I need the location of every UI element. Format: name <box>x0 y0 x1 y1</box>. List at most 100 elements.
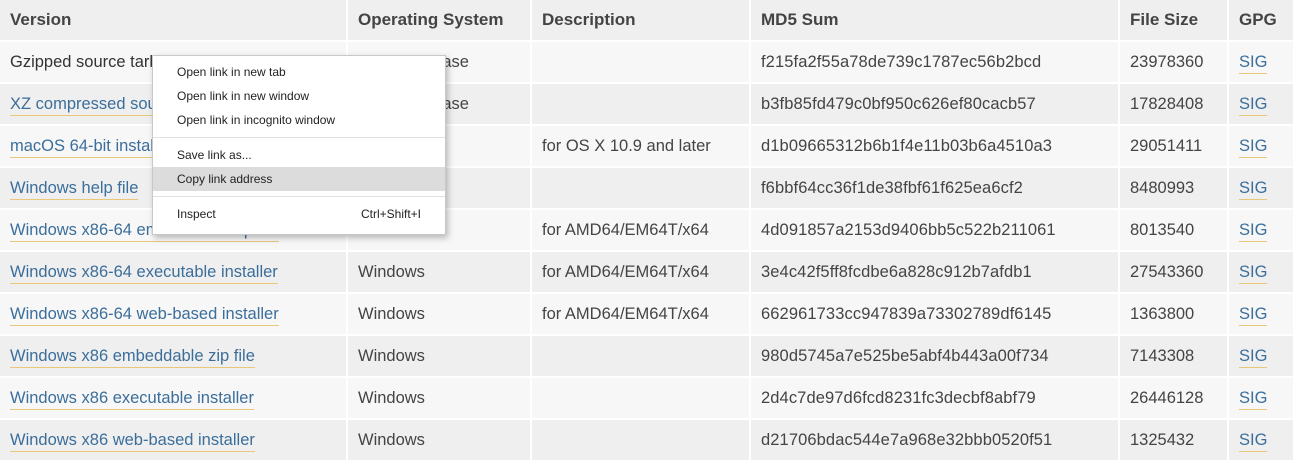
md5-sum-text: 2d4c7de97d6fcd8231fc3decbf8abf79 <box>761 388 1036 407</box>
md5-sum-cell: f215fa2f55a78de739c1787ec56b2bcd <box>751 42 1120 84</box>
operating-system-cell: Windows <box>348 420 532 462</box>
header-md5-sum[interactable]: MD5 Sum <box>751 0 1120 42</box>
version-cell: Windows x86 web-based installer <box>0 420 348 462</box>
description-text: for AMD64/EM64T/x64 <box>542 262 709 281</box>
description-cell: for AMD64/EM64T/x64 <box>532 252 751 294</box>
version-link[interactable]: Windows x86 embeddable zip file <box>10 346 255 368</box>
gpg-signature-cell: SIG <box>1229 210 1295 252</box>
menu-copy-link-address[interactable]: Copy link address <box>153 167 445 191</box>
header-version[interactable]: Version <box>0 0 348 42</box>
operating-system-text: Windows <box>358 430 425 449</box>
version-link[interactable]: Windows x86 web-based installer <box>10 430 255 452</box>
operating-system-text: Windows <box>358 388 425 407</box>
description-cell: for AMD64/EM64T/x64 <box>532 294 751 336</box>
operating-system-cell: Windows <box>348 378 532 420</box>
file-size-cell: 17828408 <box>1120 84 1229 126</box>
version-cell: Windows x86-64 executable installer <box>0 252 348 294</box>
md5-sum-cell: 4d091857a2153d9406bb5c522b211061 <box>751 210 1120 252</box>
description-cell <box>532 42 751 84</box>
gpg-signature-link[interactable]: SIG <box>1239 178 1268 200</box>
md5-sum-text: 662961733cc947839a73302789df6145 <box>761 304 1052 323</box>
menu-item-label: Copy link address <box>177 172 273 186</box>
file-size-cell: 8480993 <box>1120 168 1229 210</box>
gpg-signature-link[interactable]: SIG <box>1239 220 1268 242</box>
menu-item-label: Open link in new tab <box>177 65 286 79</box>
file-size-text: 8013540 <box>1130 220 1195 239</box>
file-size-cell: 8013540 <box>1120 210 1229 252</box>
menu-open-new-tab[interactable]: Open link in new tab <box>153 60 445 84</box>
md5-sum-cell: 980d5745a7e525be5abf4b443a00f734 <box>751 336 1120 378</box>
description-text: for AMD64/EM64T/x64 <box>542 304 709 323</box>
menu-item-label: Open link in new window <box>177 89 310 103</box>
menu-inspect[interactable]: Inspect Ctrl+Shift+I <box>153 202 445 226</box>
table-row: Windows x86 executable installer Windows 2… <box>0 378 1295 420</box>
gpg-signature-cell: SIG <box>1229 126 1295 168</box>
md5-sum-cell: 2d4c7de97d6fcd8231fc3decbf8abf79 <box>751 378 1120 420</box>
file-size-text: 7143308 <box>1130 346 1195 365</box>
md5-sum-cell: f6bbf64cc36f1de38fbf61f625ea6cf2 <box>751 168 1120 210</box>
menu-item-shortcut: Ctrl+Shift+I <box>360 207 421 221</box>
table-row: Windows x86-64 web-based installer Window… <box>0 294 1295 336</box>
header-gpg[interactable]: GPG <box>1229 0 1295 42</box>
md5-sum-cell: d1b09665312b6b1f4e11b03b6a4510a3 <box>751 126 1120 168</box>
file-size-cell: 27543360 <box>1120 252 1229 294</box>
version-link[interactable]: macOS 64-bit installer <box>10 136 173 158</box>
file-size-cell: 23978360 <box>1120 42 1229 84</box>
gpg-signature-cell: SIG <box>1229 420 1295 462</box>
file-size-text: 26446128 <box>1130 388 1204 407</box>
md5-sum-cell: d21706bdac544e7a968e32bbb0520f51 <box>751 420 1120 462</box>
menu-open-new-window[interactable]: Open link in new window <box>153 84 445 108</box>
operating-system-cell: Windows <box>348 336 532 378</box>
menu-separator <box>153 137 445 138</box>
md5-sum-text: b3fb85fd479c0bf950c626ef80cacb57 <box>761 94 1036 113</box>
md5-sum-cell: 3e4c42f5ff8fcdbe6a828c912b7afdb1 <box>751 252 1120 294</box>
gpg-signature-cell: SIG <box>1229 252 1295 294</box>
description-cell <box>532 336 751 378</box>
header-operating-system[interactable]: Operating System <box>348 0 532 42</box>
header-file-size[interactable]: File Size <box>1120 0 1229 42</box>
gpg-signature-link[interactable]: SIG <box>1239 430 1268 452</box>
md5-sum-text: d21706bdac544e7a968e32bbb0520f51 <box>761 430 1053 449</box>
gpg-signature-cell: SIG <box>1229 294 1295 336</box>
file-size-text: 8480993 <box>1130 178 1195 197</box>
gpg-signature-link[interactable]: SIG <box>1239 346 1268 368</box>
md5-sum-text: 980d5745a7e525be5abf4b443a00f734 <box>761 346 1049 365</box>
md5-sum-text: f215fa2f55a78de739c1787ec56b2bcd <box>761 52 1042 71</box>
gpg-signature-link[interactable]: SIG <box>1239 388 1268 410</box>
table-row: Windows x86-64 executable installer Windo… <box>0 252 1295 294</box>
table-row: Windows x86 embeddable zip file Windows 98… <box>0 336 1295 378</box>
file-size-text: 23978360 <box>1130 52 1204 71</box>
version-cell: Windows x86 executable installer <box>0 378 348 420</box>
md5-sum-cell: b3fb85fd479c0bf950c626ef80cacb57 <box>751 84 1120 126</box>
header-description[interactable]: Description <box>532 0 751 42</box>
gpg-signature-link[interactable]: SIG <box>1239 136 1268 158</box>
gpg-signature-link[interactable]: SIG <box>1239 94 1268 116</box>
menu-save-link-as[interactable]: Save link as... <box>153 143 445 167</box>
description-text: for AMD64/EM64T/x64 <box>542 220 709 239</box>
version-link[interactable]: Windows help file <box>10 178 139 200</box>
description-cell <box>532 84 751 126</box>
gpg-signature-link[interactable]: SIG <box>1239 52 1268 74</box>
operating-system-text: Windows <box>358 346 425 365</box>
description-cell: for AMD64/EM64T/x64 <box>532 210 751 252</box>
gpg-signature-cell: SIG <box>1229 336 1295 378</box>
file-size-text: 1363800 <box>1130 304 1195 323</box>
md5-sum-text: d1b09665312b6b1f4e11b03b6a4510a3 <box>761 136 1053 155</box>
menu-item-label: Inspect <box>177 207 216 221</box>
version-link[interactable]: Windows x86-64 executable installer <box>10 262 278 284</box>
gpg-signature-link[interactable]: SIG <box>1239 262 1268 284</box>
context-menu: Open link in new tab Open link in new wi… <box>152 55 446 235</box>
menu-open-incognito[interactable]: Open link in incognito window <box>153 108 445 132</box>
gpg-signature-cell: SIG <box>1229 42 1295 84</box>
table-row: Windows x86 web-based installer Windows d2… <box>0 420 1295 462</box>
operating-system-text: Windows <box>358 304 425 323</box>
file-size-cell: 29051411 <box>1120 126 1229 168</box>
file-size-text: 1325432 <box>1130 430 1195 449</box>
file-size-text: 17828408 <box>1130 94 1204 113</box>
file-size-cell: 26446128 <box>1120 378 1229 420</box>
version-link[interactable]: Windows x86-64 web-based installer <box>10 304 279 326</box>
gpg-signature-cell: SIG <box>1229 378 1295 420</box>
version-text: Gzipped source tarball <box>10 52 176 71</box>
version-link[interactable]: Windows x86 executable installer <box>10 388 254 410</box>
gpg-signature-link[interactable]: SIG <box>1239 304 1268 326</box>
